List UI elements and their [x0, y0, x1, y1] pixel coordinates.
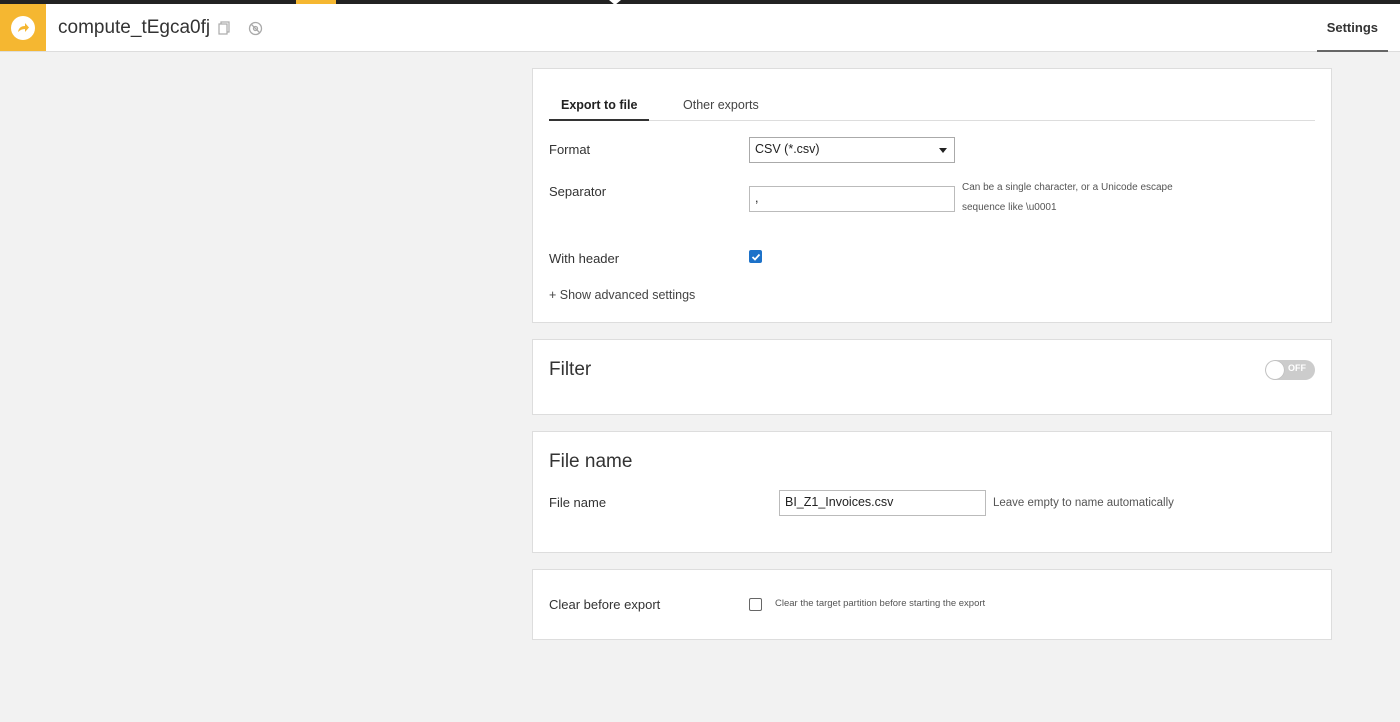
with-header-label: With header [549, 251, 620, 266]
separator-label: Separator [549, 184, 607, 199]
with-header-checkbox[interactable] [749, 250, 762, 263]
export-settings-card: Export to file Other exports Format CSV … [532, 68, 1332, 323]
tab-other-exports[interactable]: Other exports [671, 93, 771, 121]
clear-before-export-checkbox[interactable] [749, 598, 762, 611]
header: compute_tEgca0fj Settings [0, 4, 1400, 52]
clear-before-export-hint: Clear the target partition before starti… [775, 598, 986, 609]
file-name-input[interactable]: BI_Z1_Invoices.csv [779, 490, 986, 516]
filter-card: Filter OFF [532, 339, 1332, 415]
separator-hint-line2: sequence like \u0001 [962, 202, 1057, 213]
recipe-arrow-icon[interactable] [0, 4, 46, 51]
separator-input[interactable]: , [749, 186, 955, 212]
export-tabs: Export to file Other exports [549, 93, 1315, 121]
gear-icon[interactable] [247, 20, 263, 36]
format-select[interactable]: CSV (*.csv) [749, 137, 955, 163]
page-title: compute_tEgca0fj [58, 17, 211, 38]
tab-settings[interactable]: Settings [1316, 4, 1388, 52]
filter-title: Filter [549, 359, 592, 380]
copy-icon[interactable] [216, 20, 232, 36]
toggle-knob [1266, 361, 1284, 379]
format-select-value: CSV (*.csv) [755, 142, 820, 156]
file-name-hint: Leave empty to name automatically [993, 497, 1174, 509]
filter-toggle[interactable]: OFF [1265, 360, 1315, 380]
clear-before-export-card: Clear before export Clear the target par… [532, 569, 1332, 640]
file-name-card: File name File name BI_Z1_Invoices.csv L… [532, 431, 1332, 553]
tab-export-to-file[interactable]: Export to file [549, 93, 650, 121]
toggle-state-label: OFF [1288, 363, 1306, 373]
file-name-title: File name [549, 451, 633, 472]
chevron-down-icon [939, 148, 947, 153]
clear-before-export-label: Clear before export [549, 597, 661, 612]
show-advanced-settings-link[interactable]: + Show advanced settings [549, 288, 695, 302]
checkmark-icon [751, 253, 760, 261]
separator-hint-line1: Can be a single character, or a Unicode … [962, 182, 1173, 193]
file-name-label: File name [549, 495, 607, 510]
format-label: Format [549, 142, 591, 157]
